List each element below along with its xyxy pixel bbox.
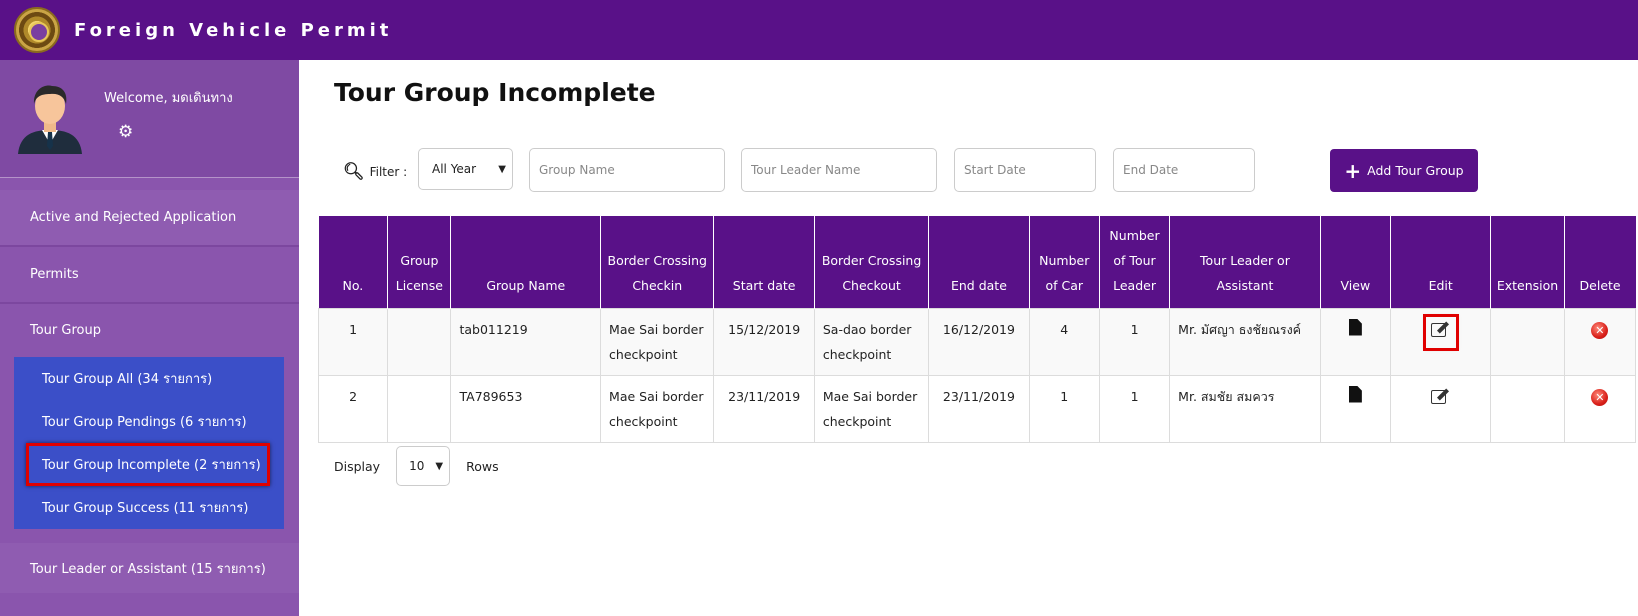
rows-label: Rows: [466, 458, 499, 474]
sidebar-item-tour-group[interactable]: Tour Group: [0, 304, 299, 357]
cell-extension: [1490, 374, 1565, 443]
cell-view: [1319, 307, 1392, 376]
col-checkout: Border Crossing Checkout: [814, 216, 930, 308]
rows-per-page-select[interactable]: 10 ▼: [396, 446, 451, 486]
col-number-of-tour-leader: Number of Tour Leader: [1099, 216, 1171, 308]
cell-number-of-car: 4: [1028, 307, 1100, 376]
cell-checkout: Mae Sai border checkpoint: [813, 374, 930, 443]
col-extension: Extension: [1490, 216, 1565, 308]
sidebar-item-tour-leader[interactable]: Tour Leader or Assistant (15 รายการ): [0, 543, 299, 593]
end-date-input[interactable]: [1113, 148, 1255, 192]
user-profile: Welcome, มดเดินทาง ⚙: [0, 60, 299, 178]
cell-group-name: tab011219: [450, 307, 602, 376]
submenu-tour-group-pendings[interactable]: Tour Group Pendings (6 รายการ): [14, 400, 284, 443]
filter-label-text: Filter :: [369, 165, 408, 179]
cell-checkin: Mae Sai border checkpoint: [600, 307, 715, 376]
tour-group-submenu: Tour Group All (34 รายการ) Tour Group Pe…: [14, 357, 284, 529]
caret-down-icon: ▼: [498, 164, 506, 175]
document-icon[interactable]: [1348, 385, 1362, 403]
col-view: View: [1320, 216, 1392, 308]
table-row: 1 tab011219 Mae Sai border checkpoint 15…: [317, 307, 1637, 376]
delete-icon[interactable]: ✕: [1591, 388, 1609, 406]
edit-icon: [1430, 320, 1451, 338]
pagination: Display 10 ▼ Rows: [334, 446, 499, 486]
display-label: Display: [334, 458, 381, 474]
submenu-tour-group-success[interactable]: Tour Group Success (11 รายการ): [14, 486, 284, 529]
cell-checkout: Sa-dao border checkpoint: [813, 307, 930, 376]
cell-number-of-car: 1: [1028, 374, 1100, 443]
edit-button[interactable]: [1422, 313, 1459, 351]
col-tour-leader: Tour Leader or Assistant: [1169, 216, 1321, 308]
filter-label: 🔍︎ Filter :: [343, 162, 407, 182]
start-date-input[interactable]: [954, 148, 1096, 192]
cell-tour-leader: Mr. สมชัย สมควร: [1169, 374, 1321, 443]
submenu-tour-group-incomplete[interactable]: Tour Group Incomplete (2 รายการ): [26, 443, 270, 486]
welcome-text: Welcome, มดเดินทาง: [104, 91, 233, 106]
main-content: Tour Group Incomplete 🔍︎ Filter : All Ye…: [299, 60, 1638, 616]
add-tour-group-button[interactable]: + Add Tour Group: [1330, 149, 1478, 192]
group-name-input[interactable]: [529, 148, 725, 192]
cell-delete: ✕: [1563, 374, 1637, 443]
edit-button[interactable]: [1426, 384, 1456, 415]
table-row: 2 TA789653 Mae Sai border checkpoint 23/…: [317, 374, 1637, 443]
filter-bar: 🔍︎ Filter : All Year ▼ + Add Tour Group: [299, 148, 1638, 198]
caret-down-icon: ▼: [435, 461, 444, 472]
rows-per-page-value: 10: [409, 459, 425, 473]
col-group-license: Group License: [387, 216, 452, 308]
cell-start-date: 15/12/2019: [713, 307, 815, 376]
table-header-row: No. Group License Group Name Border Cros…: [318, 216, 1636, 308]
col-start-date: Start date: [713, 216, 815, 308]
emblem-logo-icon: [14, 7, 60, 53]
search-icon: 🔍︎: [343, 162, 365, 182]
year-select-value: All Year: [432, 162, 477, 176]
tour-leader-name-input[interactable]: [741, 148, 937, 192]
app-title: Foreign Vehicle Permit: [74, 19, 393, 41]
col-number-of-car: Number of Car: [1029, 216, 1100, 308]
plus-icon: +: [1344, 158, 1362, 183]
delete-icon[interactable]: ✕: [1591, 321, 1609, 339]
col-edit: Edit: [1390, 216, 1492, 308]
col-end-date: End date: [928, 216, 1030, 308]
cell-no: 1: [317, 307, 389, 376]
cell-view: [1319, 374, 1392, 443]
submenu-tour-group-all[interactable]: Tour Group All (34 รายการ): [14, 357, 284, 400]
cell-end-date: 16/12/2019: [928, 307, 1030, 376]
sidebar: Welcome, มดเดินทาง ⚙ Active and Rejected…: [0, 60, 299, 616]
cell-no: 2: [317, 374, 389, 443]
cell-edit: [1389, 374, 1492, 443]
cell-group-name: TA789653: [450, 374, 602, 443]
col-no: No.: [318, 216, 389, 308]
top-bar: Foreign Vehicle Permit: [0, 0, 1638, 60]
cell-start-date: 23/11/2019: [713, 374, 815, 443]
edit-icon: [1430, 387, 1451, 405]
add-tour-group-label: Add Tour Group: [1367, 163, 1464, 178]
avatar: [18, 85, 82, 154]
col-checkin: Border Crossing Checkin: [600, 216, 715, 308]
sidebar-item-active-rejected[interactable]: Active and Rejected Application: [0, 190, 299, 247]
cell-number-of-tour-leader: 1: [1098, 374, 1171, 443]
col-delete: Delete: [1564, 216, 1636, 308]
cell-edit: [1389, 307, 1492, 376]
gear-icon[interactable]: ⚙: [118, 122, 133, 142]
sidebar-item-permits[interactable]: Permits: [0, 247, 299, 304]
col-group-name: Group Name: [450, 216, 602, 308]
cell-delete: ✕: [1563, 307, 1637, 376]
cell-group-license: [387, 307, 452, 376]
tour-group-table: No. Group License Group Name Border Cros…: [317, 216, 1637, 443]
page-title: Tour Group Incomplete: [334, 78, 656, 107]
cell-tour-leader: Mr. มัศญา ธงชัยณรงค์: [1169, 307, 1321, 376]
cell-end-date: 23/11/2019: [928, 374, 1030, 443]
cell-checkin: Mae Sai border checkpoint: [600, 374, 715, 443]
document-icon[interactable]: [1348, 318, 1362, 336]
cell-number-of-tour-leader: 1: [1098, 307, 1171, 376]
cell-extension: [1490, 307, 1565, 376]
year-select[interactable]: All Year ▼: [418, 148, 513, 190]
cell-group-license: [387, 374, 452, 443]
